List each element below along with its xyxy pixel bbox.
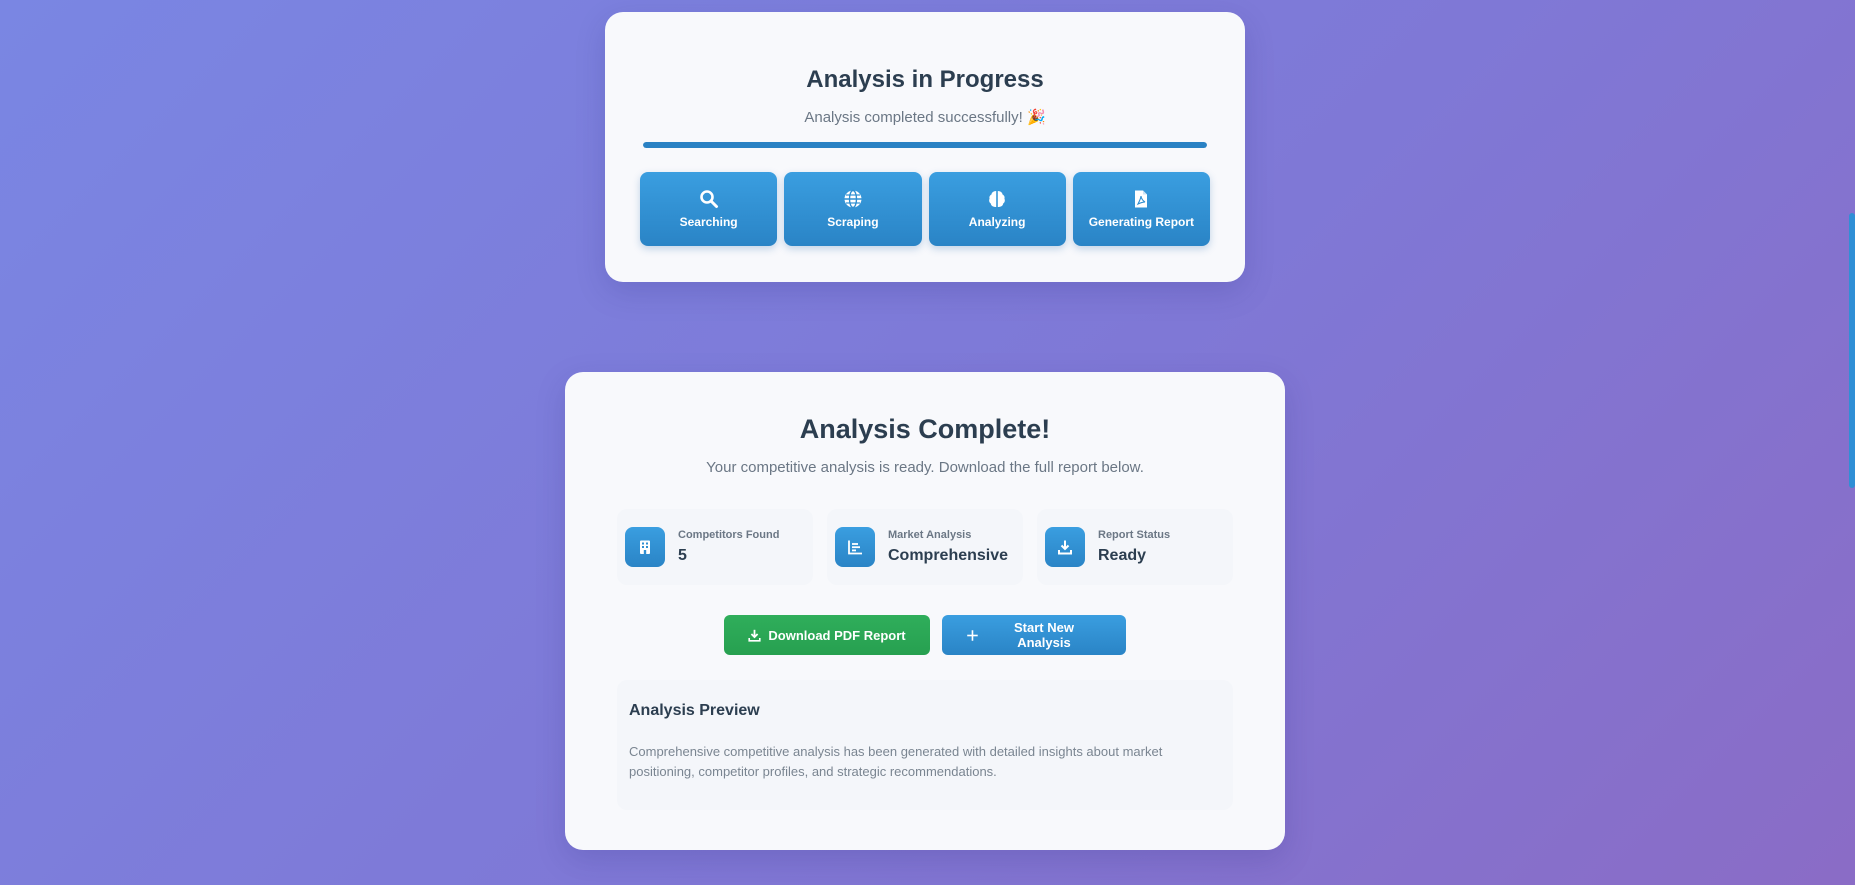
progress-status-text: Analysis completed successfully! 🎉 (804, 109, 1046, 126)
progress-steps: Searching Scraping Analyzing Generating … (640, 172, 1210, 246)
download-pdf-label: Download PDF Report (768, 627, 906, 643)
building-icon (625, 527, 665, 567)
preview-text: Comprehensive competitive analysis has b… (629, 744, 1163, 779)
brain-icon (989, 191, 1005, 207)
stat-market-analysis: Market Analysis Comprehensive (827, 509, 1023, 585)
plus-icon (967, 629, 978, 641)
step-label: Generating Report (1088, 215, 1195, 229)
analysis-preview: Analysis Preview Comprehensive competiti… (617, 680, 1233, 810)
step-label: Scraping (827, 215, 879, 229)
step-generating-report[interactable]: Generating Report (1072, 172, 1210, 246)
step-scraping[interactable]: Scraping (784, 172, 922, 246)
stat-value: Comprehensive (888, 547, 1009, 564)
scrollbar-thumb[interactable] (1849, 213, 1855, 488)
stat-value: Ready (1098, 547, 1147, 564)
start-new-analysis-label: Start New Analysis (1013, 620, 1074, 650)
progress-title: Analysis in Progress (806, 66, 1044, 93)
progress-bar-fill (643, 142, 1207, 148)
download-icon (1045, 527, 1085, 567)
complete-subtitle: Your competitive analysis is ready. Down… (706, 459, 1144, 476)
analysis-complete-card: Analysis Complete! Your competitive anal… (565, 372, 1285, 850)
step-label: Searching (679, 215, 738, 229)
file-pdf-icon (1135, 190, 1148, 208)
progress-card: Analysis in Progress Analysis completed … (605, 12, 1245, 282)
start-new-analysis-button[interactable]: Start New Analysis (942, 615, 1126, 655)
page-scrollbar[interactable] (1849, 0, 1855, 885)
complete-title: Analysis Complete! (799, 414, 1051, 444)
stat-label: Competitors Found (678, 529, 780, 541)
stat-competitors-found: Competitors Found 5 (617, 509, 813, 585)
stat-value: 5 (678, 547, 687, 564)
search-icon (699, 190, 718, 208)
step-analyzing[interactable]: Analyzing (928, 172, 1066, 246)
step-searching[interactable]: Searching (640, 172, 778, 246)
globe-icon (844, 189, 862, 209)
progress-bar (643, 142, 1207, 148)
action-buttons: Download PDF Report Start New Analysis (565, 615, 1285, 655)
chart-icon (835, 527, 875, 567)
preview-title: Analysis Preview (629, 702, 760, 719)
stat-label: Market Analysis (888, 529, 972, 541)
download-pdf-button[interactable]: Download PDF Report (724, 615, 930, 655)
stats-row: Competitors Found 5 Market Analysis Comp… (617, 509, 1233, 585)
stat-report-status: Report Status Ready (1037, 509, 1233, 585)
stat-label: Report Status (1098, 529, 1171, 541)
download-icon (748, 629, 761, 642)
step-label: Analyzing (968, 215, 1026, 229)
